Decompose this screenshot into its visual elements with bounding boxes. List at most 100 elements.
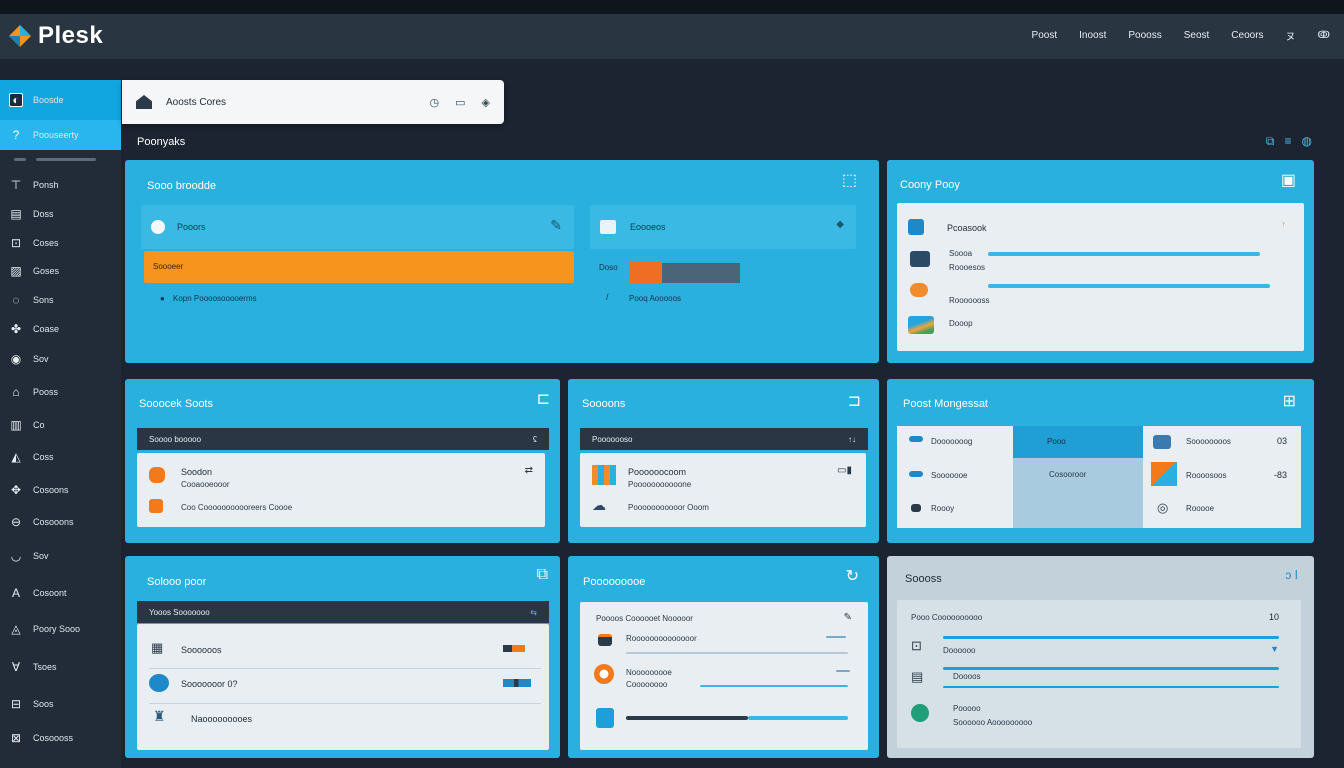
sidebar-item-3[interactable]: ⊡ Coses (0, 236, 121, 250)
sidebar-item-9[interactable]: ▥ Co (0, 418, 121, 432)
progress-bar-dark (626, 716, 748, 720)
sidebar-icon: ◉ (10, 352, 22, 366)
tag-icon[interactable]: ⧉ (537, 566, 548, 584)
sidebar-item-18[interactable]: ⊠ Cosoooss (0, 731, 121, 745)
status-toggle[interactable] (503, 679, 531, 687)
square-icon (596, 708, 614, 728)
sidebar-item-13[interactable]: ◡ Sov (0, 549, 121, 563)
sidebar-item-14[interactable]: A Cosoont (0, 586, 121, 600)
nav-item-6[interactable]: ヌ (1286, 28, 1296, 43)
sidebar-item-11[interactable]: ✥ Cosoons (0, 483, 121, 497)
row-right: Soooooooos (1186, 437, 1231, 446)
orange-progress-bar: Soooeer (144, 251, 574, 283)
panel-title: Sooo broodde (147, 180, 217, 192)
panel-title: Sooocek Soots (139, 398, 213, 410)
search-bar[interactable]: Aoosts Cores ◷ ▭ ◈ (122, 80, 504, 124)
overview-panel: Sooo broodde ⬚ Pooors ✎ Soooeer Kopn Poo… (125, 160, 879, 363)
list-icon[interactable]: ≡ (1285, 134, 1292, 149)
row-divider (149, 703, 541, 704)
refresh-icon[interactable]: ↻ (846, 566, 859, 586)
pen-icon[interactable]: ✎ (844, 612, 852, 623)
status-icon[interactable]: ↄ ⅼ (1285, 568, 1298, 582)
nav-item-3[interactable]: Poooss (1128, 30, 1161, 41)
screen-icon (1153, 435, 1171, 449)
window-small-icon[interactable]: ▭▮ (837, 465, 852, 476)
tag-icon (911, 504, 921, 512)
header-nav: Poost Inoost Poooss Seost Ceoors ヌ ↂ (1032, 28, 1330, 43)
leaf-icon[interactable]: ◍ (1302, 134, 1312, 149)
copy-icon[interactable]: ⧉ (1266, 134, 1275, 149)
plesk-logo[interactable]: Plesk (8, 22, 103, 50)
sidebar-item-top[interactable]: ◐ Boosde (0, 80, 121, 120)
row-left: Dooooooog (931, 437, 973, 446)
sidebar-item-label: Pooss (33, 387, 59, 397)
sidebar-icon: ⊖ (10, 515, 22, 529)
chrome-icon (594, 664, 614, 684)
nav-item-7[interactable]: ↂ (1318, 30, 1330, 41)
square-icon[interactable]: ▭ (455, 96, 465, 109)
bar-label: Yooos Sooooooo (149, 607, 210, 617)
sidebar-item-16[interactable]: ∀ Tsoes (0, 660, 121, 674)
row-left: Roooy (931, 504, 955, 513)
row-label: Soooooos (181, 645, 222, 655)
nav-item-4[interactable]: Seost (1184, 30, 1210, 41)
layers-icon[interactable]: ⊏ (537, 389, 550, 409)
sidebar-item-17[interactable]: ⊟ Soos (0, 697, 121, 711)
chart-bars-icon (592, 465, 616, 485)
status-toggle[interactable] (503, 645, 525, 652)
sidebar-item-label: Poory Sooo (33, 624, 81, 634)
row-sub: Cooaooeooor (181, 480, 230, 489)
sidebar-sub-bar (14, 157, 26, 161)
support-card: ▦ Soooooos Sooooooor 0? ♜ Naooooooooes (137, 624, 549, 750)
chart-icon[interactable]: ⬚ (842, 170, 857, 190)
sidebar-item-7[interactable]: ◉ Sov (0, 352, 121, 366)
sidebar-item-15[interactable]: ◬ Poory Sooo (0, 622, 121, 636)
security-card: Soodon Cooaooeooor ⇄ Coo Cooooooooooreer… (137, 453, 545, 527)
screen-icon (910, 251, 930, 267)
sidebar-item-1[interactable]: ⊤ Ponsh (0, 178, 121, 192)
expand-icon[interactable]: ⇄ (525, 465, 533, 476)
window-icon[interactable]: ▣ (1281, 170, 1296, 190)
arrow-icon[interactable]: ↑ (1282, 219, 1287, 229)
sidebar-item-5[interactable]: ◌ Sons (0, 293, 121, 307)
filter-icon[interactable]: ↑↓ (848, 435, 856, 444)
link-icon[interactable]: ⇆ (530, 608, 537, 617)
panel-title: Pooooooooe (583, 576, 646, 588)
chevron-icon[interactable]: ▼ (1270, 644, 1279, 654)
sidebar-item-4[interactable]: ▨ Goses (0, 264, 121, 278)
grid-icon[interactable]: ⊞ (1283, 391, 1296, 411)
sidebar-item-2[interactable]: ▤ Doss (0, 207, 121, 221)
sidebar-icon: ▥ (10, 418, 22, 432)
edit-icon[interactable]: ✎ (550, 217, 562, 234)
row-sub: Coooooooo (626, 680, 668, 689)
sessions-card: Poooooocoom Pooooooooooone ▭▮ ☁ Pooooooo… (580, 453, 866, 527)
diamond-icon[interactable]: ◈ (482, 96, 490, 109)
image-icon (600, 220, 616, 234)
bar-icon (909, 436, 923, 442)
window-icon[interactable]: ⊐ (848, 391, 861, 411)
search-tools: ◷ ▭ ◈ (430, 96, 490, 109)
lock-icon[interactable]: ʢ (533, 435, 537, 444)
info-icon (151, 220, 165, 234)
nav-item-5[interactable]: Ceoors (1231, 30, 1263, 41)
card-item-label: Rooooooss (949, 296, 990, 305)
sidebar-item-6[interactable]: ✤ Coase (0, 322, 121, 336)
sidebar-item-selected[interactable]: ? Poouseerty (0, 120, 121, 150)
sessions-panel: Soooons ⊐ Pooooooso ↑↓ Poooooocoom Poooo… (568, 379, 879, 543)
panel-title: Soooons (582, 398, 626, 410)
nav-item-1[interactable]: Poost (1032, 30, 1058, 41)
sidebar-item-label: Goses (33, 266, 60, 276)
nav-item-2[interactable]: Inoost (1079, 30, 1106, 41)
sidebar-item-12[interactable]: ⊖ Cosooons (0, 515, 121, 529)
sidebar-item-8[interactable]: ⌂ Pooss (0, 385, 121, 399)
clock-icon[interactable]: ◷ (430, 96, 440, 109)
sidebar-item-10[interactable]: ◭ Coss (0, 450, 121, 464)
support-panel: Solooo poor ⧉ Yooos Sooooooo ⇆ ▦ Soooooo… (125, 556, 560, 758)
panel-header-bar: Pooooooso ↑↓ (580, 428, 868, 450)
row-sub: Pooooooooooone (628, 480, 692, 489)
row-title: Poooooocoom (628, 467, 687, 477)
pin-icon[interactable]: ◆ (836, 219, 844, 230)
management-panel: Poost Mongessat ⊞ Dooooooog Pooo Soooooo… (887, 379, 1314, 543)
toggle-icon (910, 283, 928, 297)
sidebar-item-label: Co (33, 420, 45, 430)
